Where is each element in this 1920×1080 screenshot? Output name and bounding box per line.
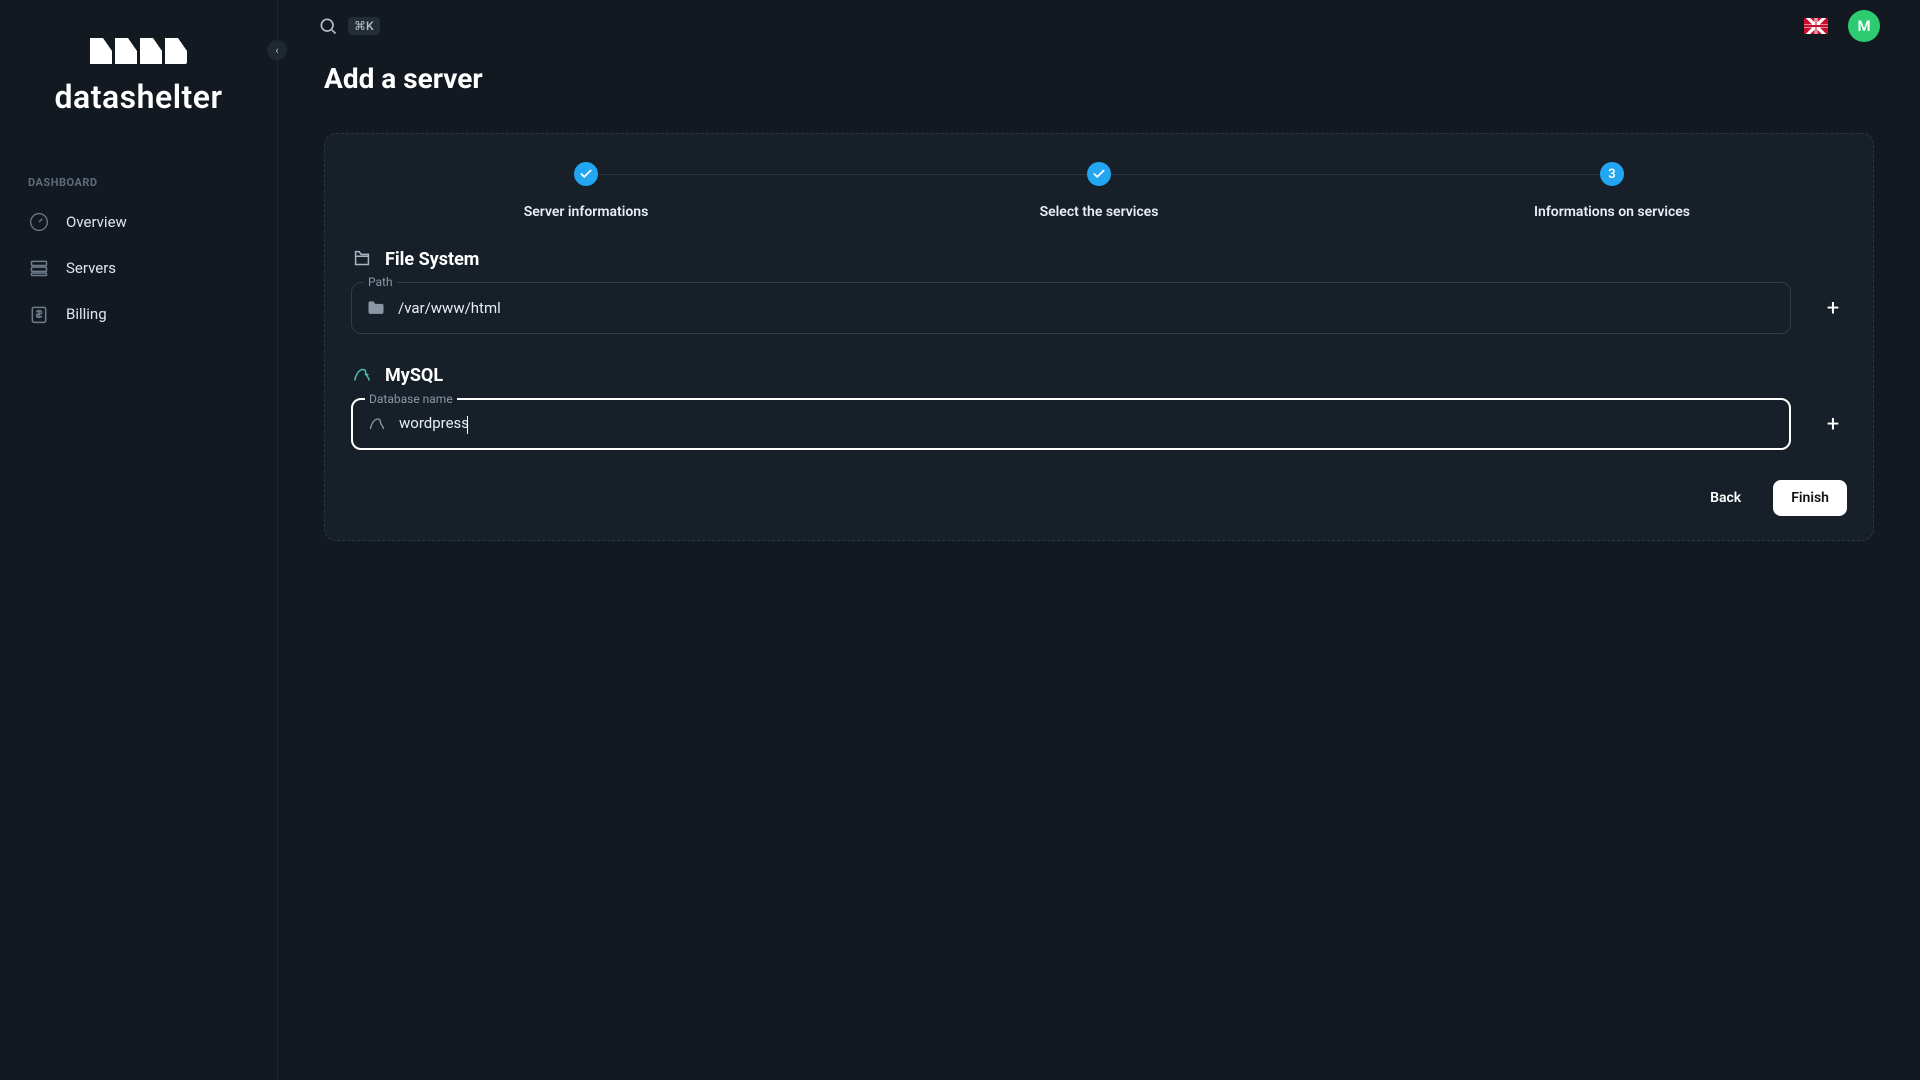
search-icon	[318, 16, 338, 36]
step-label: Server informations	[524, 204, 649, 220]
back-button[interactable]: Back	[1692, 480, 1759, 516]
folder-icon	[366, 298, 386, 318]
sidebar: datashelter ‹ DASHBOARD Overview Servers…	[0, 0, 278, 1080]
billing-icon	[28, 303, 50, 325]
main: ⌘K M Add a server Server informations	[278, 0, 1920, 1080]
input-label: Database name	[365, 392, 457, 406]
step-label: Select the services	[1040, 204, 1159, 220]
plus-icon: +	[1827, 412, 1839, 437]
logo-mark-icon	[90, 38, 187, 64]
sidebar-collapse-button[interactable]: ‹	[267, 40, 287, 60]
search-trigger[interactable]: ⌘K	[318, 16, 380, 36]
database-icon	[367, 414, 387, 434]
stepper: Server informations Select the services …	[351, 162, 1847, 220]
step-done-icon	[574, 162, 598, 186]
section-file-system: File System Path +	[351, 248, 1847, 334]
servers-icon	[28, 257, 50, 279]
wizard-panel: Server informations Select the services …	[324, 133, 1874, 541]
page-title: Add a server	[324, 62, 1874, 95]
sidebar-item-billing[interactable]: Billing	[0, 291, 277, 337]
sidebar-item-overview[interactable]: Overview	[0, 199, 277, 245]
finish-button[interactable]: Finish	[1773, 480, 1847, 516]
brand-logo: datashelter	[0, 0, 277, 176]
brand-name: datashelter	[55, 78, 223, 116]
section-mysql: MySQL Database name wordpress +	[351, 364, 1847, 450]
dashboard-icon	[28, 211, 50, 233]
plus-icon: +	[1827, 296, 1839, 321]
add-path-button[interactable]: +	[1819, 294, 1847, 322]
input-label: Path	[364, 275, 397, 289]
sidebar-item-servers[interactable]: Servers	[0, 245, 277, 291]
sidebar-item-label: Overview	[66, 213, 127, 231]
step-1[interactable]: Server informations	[361, 162, 811, 220]
sidebar-item-label: Servers	[66, 259, 116, 277]
path-input[interactable]	[398, 299, 1776, 317]
section-title: File System	[385, 249, 479, 270]
dbname-input[interactable]: wordpress	[399, 414, 1775, 433]
sidebar-item-label: Billing	[66, 305, 107, 323]
avatar-initial: M	[1857, 17, 1870, 35]
step-number-badge: 3	[1600, 162, 1624, 186]
step-label: Informations on services	[1534, 204, 1690, 220]
step-3[interactable]: 3 Informations on services	[1387, 162, 1837, 220]
step-2[interactable]: Select the services	[874, 162, 1324, 220]
add-database-button[interactable]: +	[1819, 410, 1847, 438]
mysql-icon	[351, 364, 373, 386]
section-title: MySQL	[385, 365, 443, 386]
path-input-wrap[interactable]: Path	[351, 282, 1791, 334]
search-shortcut: ⌘K	[348, 17, 380, 35]
chevron-left-icon: ‹	[275, 44, 278, 57]
language-switcher[interactable]	[1804, 18, 1828, 34]
topbar: ⌘K M	[278, 0, 1920, 52]
step-done-icon	[1087, 162, 1111, 186]
dbname-input-wrap[interactable]: Database name wordpress	[351, 398, 1791, 450]
sidebar-section-label: DASHBOARD	[0, 176, 277, 199]
avatar[interactable]: M	[1848, 10, 1880, 42]
filesystem-icon	[351, 248, 373, 270]
